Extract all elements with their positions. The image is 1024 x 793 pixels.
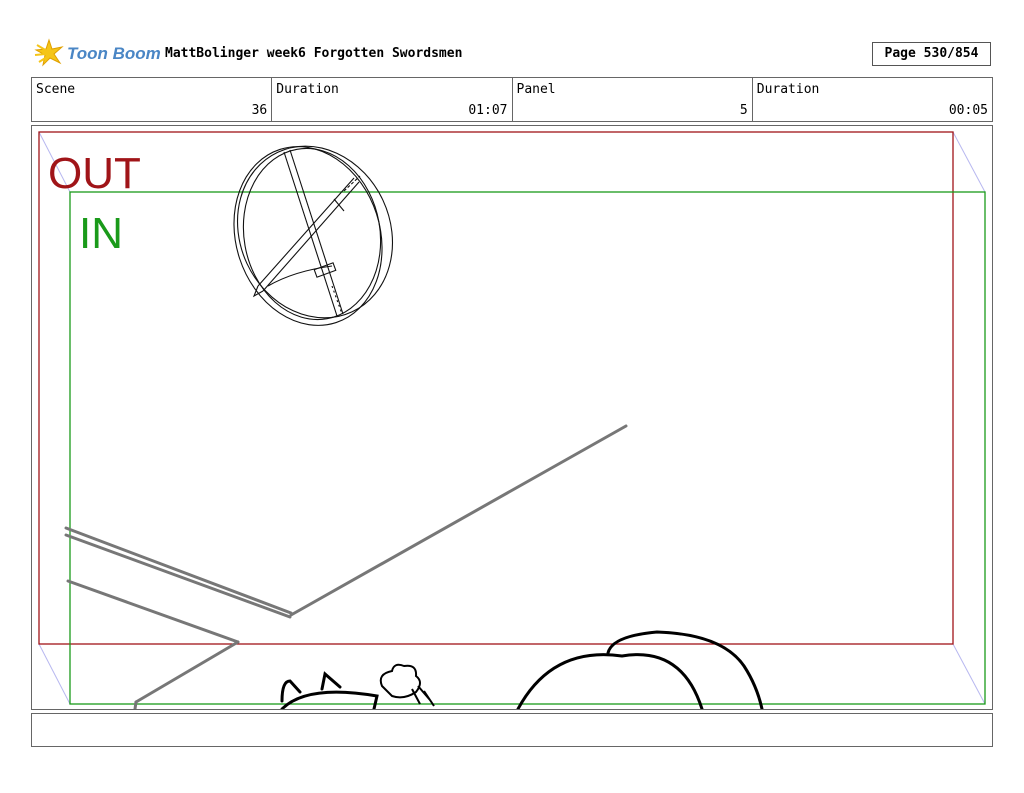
logo-text: Toon Boom: [67, 44, 161, 63]
panel-duration-label: Duration: [756, 82, 820, 97]
storyboard-panel: OUT IN: [31, 125, 993, 710]
background-lines: [64, 424, 628, 709]
panel-duration-cell: Duration 00:05: [753, 78, 992, 121]
in-label: IN: [79, 209, 123, 258]
scene-duration-label: Duration: [276, 82, 339, 97]
scene-info-row: Scene 36 Duration 01:07 Panel 5 Duration…: [31, 77, 993, 122]
panel-value: 5: [739, 103, 748, 118]
in-frame: [69, 191, 986, 705]
panel-cell: Panel 5: [513, 78, 753, 121]
sword-emblem-sketch: [233, 145, 394, 326]
scene-value: 36: [251, 103, 268, 118]
camera-move-arrows: [38, 131, 986, 705]
panel-duration-value: 00:05: [948, 103, 988, 118]
scene-label: Scene: [36, 82, 76, 97]
panel-drawing: OUT IN: [38, 131, 986, 709]
panel-label: Panel: [516, 82, 556, 97]
panel-notes: [31, 713, 993, 747]
out-frame: [38, 131, 954, 645]
page-header: Toon Boom MattBolinger week6 Forgotten S…: [0, 0, 1024, 70]
document-title: MattBolinger week6 Forgotten Swordsmen: [165, 46, 463, 61]
page-number: Page 530/854: [872, 42, 991, 66]
small-creature-sketch: [379, 663, 435, 707]
scene-duration-cell: Duration 01:07: [272, 78, 513, 121]
scene-cell: Scene 36: [32, 78, 273, 121]
out-label: OUT: [48, 149, 141, 198]
scene-duration-value: 01:07: [468, 103, 508, 118]
